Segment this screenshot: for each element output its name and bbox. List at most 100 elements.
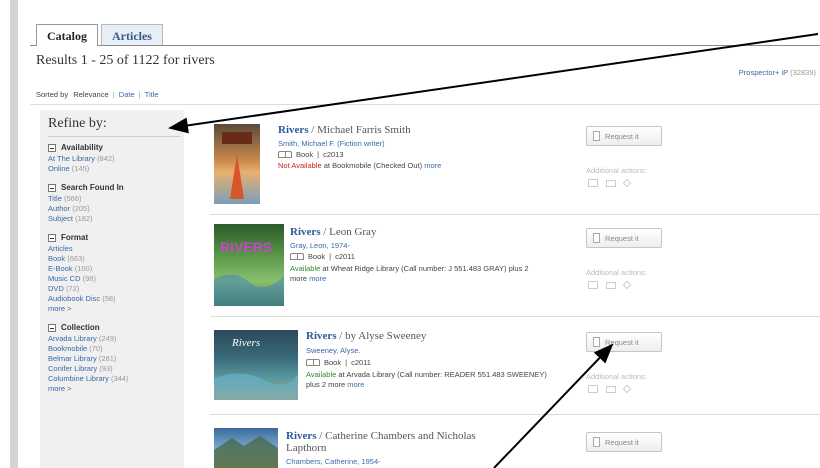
facet-item-count: (93) [99,364,113,373]
facet-item[interactable]: Author (205) [48,204,180,214]
facet-more-link[interactable]: more > [48,384,180,394]
collapse-icon[interactable] [48,143,56,152]
result-title-link[interactable]: Rivers [306,330,337,342]
gift-icon[interactable] [588,385,598,393]
book-cover-image[interactable]: RIVERS [214,224,284,306]
tab-articles[interactable]: Articles [101,24,163,46]
collapse-icon[interactable] [48,323,56,332]
facet-item[interactable]: Audiobook Disc (58) [48,294,180,304]
cover-art [222,132,252,199]
facet-item-label[interactable]: Arvada Library [48,334,97,343]
availability-more-link[interactable]: more [309,274,326,283]
facet-heading-label: Collection [61,323,100,332]
tab-catalog[interactable]: Catalog [36,24,98,46]
result-title-link[interactable]: Rivers [286,430,317,442]
facet-item[interactable]: Bookmobile (70) [48,344,180,354]
sort-by-title[interactable]: Title [145,90,159,99]
facet-item-label[interactable]: Title [48,194,62,203]
facet-item[interactable]: Belmar Library (281) [48,354,180,364]
facet-item-label[interactable]: At The Library [48,154,95,163]
request-button[interactable]: Request it [586,332,662,352]
facet-heading[interactable]: Search Found In [48,183,180,192]
result-format: Book | c2011 [306,358,371,367]
result-author-link[interactable]: Smith, Michael F. (Fiction writer) [278,139,385,148]
additional-actions [588,280,632,290]
collapse-icon[interactable] [48,233,56,242]
facet-item[interactable]: At The Library (842) [48,154,180,164]
svg-text:RIVERS: RIVERS [220,239,272,255]
result-title-link[interactable]: Rivers [290,226,321,238]
result-title: Rivers / Leon Gray [290,226,376,238]
result-author-link[interactable]: Chambers, Catherine, 1954- [286,457,381,466]
facet-item-label[interactable]: Audiobook Disc [48,294,100,303]
facet-item-label[interactable]: Music CD [48,274,81,283]
publication-year: c2011 [335,252,355,261]
facet-item-label[interactable]: E-Book [48,264,73,273]
facet-heading[interactable]: Availability [48,143,180,152]
star-icon[interactable] [622,384,632,394]
gift-icon[interactable] [588,179,598,187]
prospector-label[interactable]: Prospector+ iP [739,68,788,77]
book-cover-image[interactable] [214,428,278,468]
result-title-link[interactable]: Rivers [278,124,309,136]
facet-item[interactable]: Book (663) [48,254,180,264]
facet-heading[interactable]: Format [48,233,180,242]
star-icon[interactable] [622,280,632,290]
facet-item-label[interactable]: Articles [48,244,73,253]
gift-icon[interactable] [588,281,598,289]
facet-item-count: (98) [82,274,96,283]
result-author-link[interactable]: Sweeney, Alyse. [306,346,360,355]
result-author-link[interactable]: Gray, Leon, 1974- [290,241,350,250]
facet-item[interactable]: Title (566) [48,194,180,204]
facet-item[interactable]: E-Book (100) [48,264,180,274]
request-button[interactable]: Request it [586,228,662,248]
facet-item[interactable]: Music CD (98) [48,274,180,284]
facet-item[interactable]: Articles [48,244,180,254]
book-cover-image[interactable] [214,124,260,204]
result-divider [210,214,820,215]
facet-item[interactable]: DVD (72) [48,284,180,294]
collapse-icon[interactable] [48,183,56,192]
facet-format: Format Articles Book (663) E-Book (100) … [48,233,180,314]
availability-more-link[interactable]: more [347,380,364,389]
facet-item-label[interactable]: Book [48,254,65,263]
facet-item[interactable]: Subject (182) [48,214,180,224]
results-summary: Results 1 - 25 of 1122 for rivers [36,53,215,68]
availability-more-link[interactable]: more [424,161,441,170]
result-responsibility: / by Alyse Sweeney [336,330,427,342]
sort-prefix: Sorted by [36,90,69,99]
svg-text:Rivers: Rivers [231,337,260,349]
facet-item-count: (663) [67,254,85,263]
refine-title: Refine by: [48,116,180,137]
email-icon[interactable] [606,281,616,289]
availability-status: Available [306,370,337,379]
facet-item-count: (842) [97,154,115,163]
facet-item-label[interactable]: Conifer Library [48,364,97,373]
facet-item-label[interactable]: Belmar Library [48,354,97,363]
facet-item-label[interactable]: Bookmobile [48,344,87,353]
book-cover-image[interactable]: Rivers [214,330,298,400]
star-icon[interactable] [622,178,632,188]
facet-item[interactable]: Online (145) [48,164,180,174]
email-icon[interactable] [606,385,616,393]
facet-item-label[interactable]: Online [48,164,70,173]
facet-item-label[interactable]: Author [48,204,70,213]
sort-by-date[interactable]: Date [119,90,135,99]
facet-item-label[interactable]: DVD [48,284,64,293]
facet-item-label[interactable]: Subject [48,214,73,223]
facet-item[interactable]: Arvada Library (249) [48,334,180,344]
request-button[interactable]: Request it [586,432,662,452]
availability-status: Available [290,264,321,273]
facet-heading[interactable]: Collection [48,323,180,332]
prospector-link[interactable]: Prospector+ iP (32839) [739,68,816,77]
facet-item-label[interactable]: Columbine Library [48,374,109,383]
facet-more-link[interactable]: more > [48,304,180,314]
left-gutter [0,0,22,468]
facet-item[interactable]: Columbine Library (344) [48,374,180,384]
facet-item[interactable]: Conifer Library (93) [48,364,180,374]
facet-item-count: (100) [74,264,93,273]
request-button[interactable]: Request it [586,126,662,146]
email-icon[interactable] [606,179,616,187]
book-icon [278,151,292,158]
result-title: Rivers / by Alyse Sweeney [306,330,426,342]
